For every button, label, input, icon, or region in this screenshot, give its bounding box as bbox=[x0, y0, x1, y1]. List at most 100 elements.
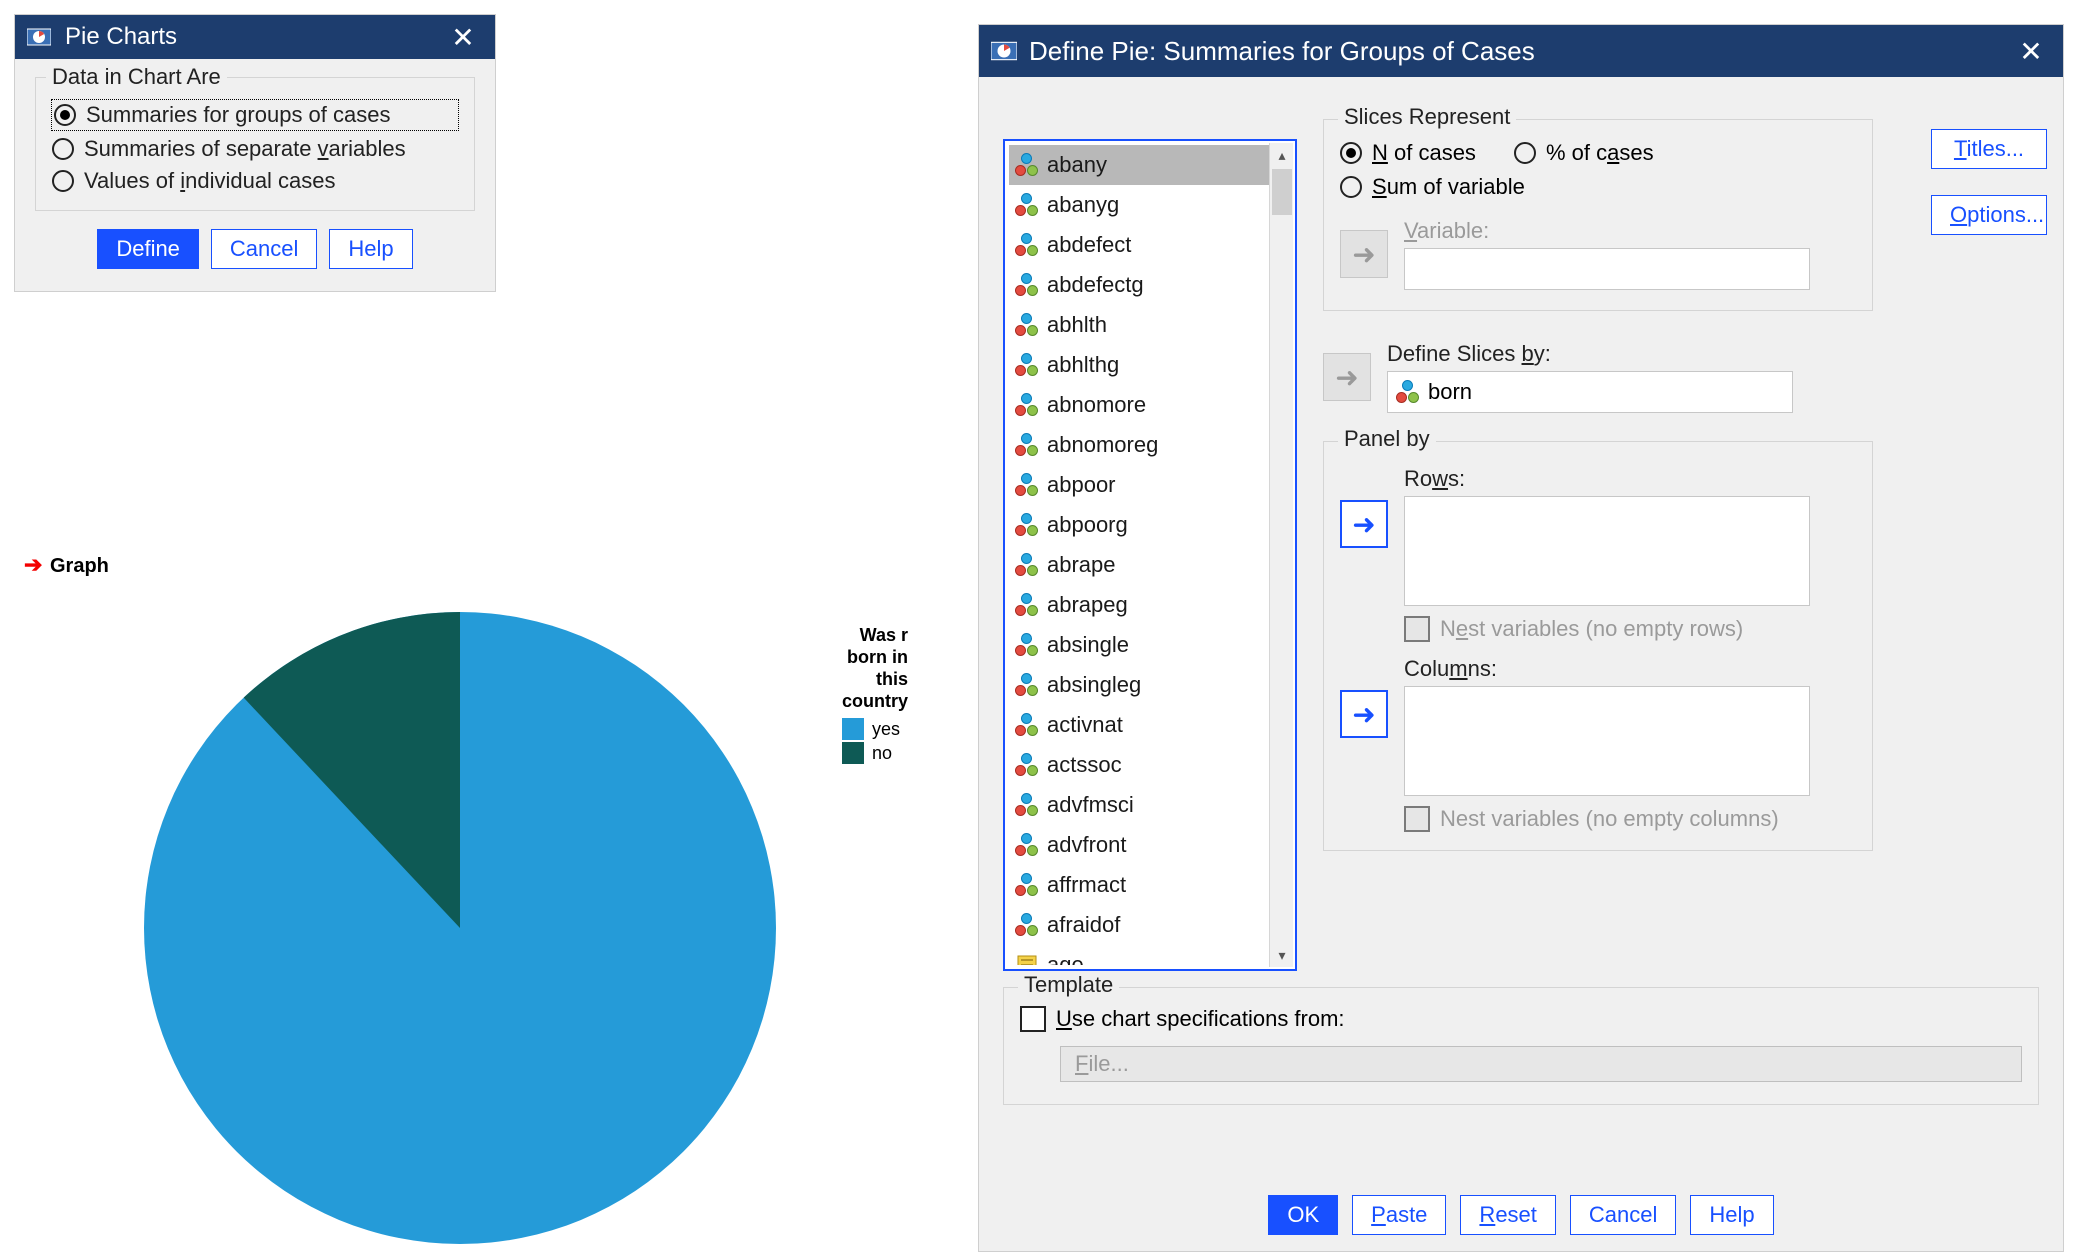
list-item[interactable]: activnat bbox=[1009, 705, 1269, 745]
variable-name: abrape bbox=[1047, 552, 1116, 578]
paste-button[interactable]: Paste bbox=[1352, 1195, 1446, 1235]
rows-listbox[interactable] bbox=[1404, 496, 1810, 606]
nominal-icon bbox=[1015, 353, 1039, 377]
list-item[interactable]: afraidof bbox=[1009, 905, 1269, 945]
nominal-icon bbox=[1015, 873, 1039, 897]
list-item[interactable]: abdefectg bbox=[1009, 265, 1269, 305]
list-item[interactable]: abnomore bbox=[1009, 385, 1269, 425]
list-item[interactable]: actssoc bbox=[1009, 745, 1269, 785]
use-chart-spec-checkbox[interactable]: Use chart specifications from: bbox=[1020, 1006, 2022, 1032]
template-group: Template Use chart specifications from: … bbox=[1003, 987, 2039, 1105]
radio-sum-of-variable[interactable]: Sum of variable bbox=[1340, 174, 1525, 200]
nominal-icon bbox=[1015, 593, 1039, 617]
group-label: Template bbox=[1018, 972, 1119, 998]
checkbox-icon bbox=[1404, 616, 1430, 642]
radio-icon bbox=[52, 138, 74, 160]
radio-individual-cases[interactable]: Values of individual cases bbox=[52, 168, 458, 194]
arrow-right-icon: ➜ bbox=[1352, 508, 1375, 541]
dialog-title: Pie Charts bbox=[65, 23, 443, 51]
radio-pct-of-cases[interactable]: % of cases bbox=[1514, 140, 1654, 166]
list-item[interactable]: absingle bbox=[1009, 625, 1269, 665]
nominal-icon bbox=[1015, 833, 1039, 857]
titlebar[interactable]: Define Pie: Summaries for Groups of Case… bbox=[979, 25, 2063, 77]
list-item[interactable]: advfmsci bbox=[1009, 785, 1269, 825]
list-item[interactable]: abrapeg bbox=[1009, 585, 1269, 625]
ok-button[interactable]: OK bbox=[1268, 1195, 1338, 1235]
panel-by-group: Panel by ➜ Rows: Nest variables (no empt… bbox=[1323, 441, 1873, 851]
cancel-button[interactable]: Cancel bbox=[211, 229, 317, 269]
variable-name: abhlth bbox=[1047, 312, 1107, 338]
nominal-icon bbox=[1015, 193, 1039, 217]
variable-name: afraidof bbox=[1047, 912, 1120, 938]
slices-represent-group: Slices Represent N of cases % of cases S… bbox=[1323, 119, 1873, 311]
variable-label: Variable: bbox=[1404, 218, 1810, 244]
move-variable-button: ➜ bbox=[1340, 230, 1388, 278]
titles-button[interactable]: Titles... bbox=[1931, 129, 2047, 169]
legend-swatch bbox=[842, 742, 864, 764]
help-button[interactable]: Help bbox=[329, 229, 412, 269]
variable-name: affrmact bbox=[1047, 872, 1126, 898]
list-item[interactable]: affrmact bbox=[1009, 865, 1269, 905]
variable-name: abpoorg bbox=[1047, 512, 1128, 538]
list-item[interactable]: abhlthg bbox=[1009, 345, 1269, 385]
group-label: Slices Represent bbox=[1338, 104, 1516, 130]
move-cols-button[interactable]: ➜ bbox=[1340, 690, 1388, 738]
arrow-right-icon: ➜ bbox=[1352, 238, 1375, 271]
radio-icon bbox=[52, 170, 74, 192]
nominal-icon bbox=[1015, 233, 1039, 257]
titlebar[interactable]: Pie Charts ✕ bbox=[15, 15, 495, 59]
list-item[interactable]: abrape bbox=[1009, 545, 1269, 585]
nominal-icon bbox=[1015, 793, 1039, 817]
define-slices-field[interactable]: born bbox=[1387, 371, 1793, 413]
list-item[interactable]: abpoorg bbox=[1009, 505, 1269, 545]
define-button[interactable]: Define bbox=[97, 229, 199, 269]
list-item[interactable]: absingleg bbox=[1009, 665, 1269, 705]
app-pie-icon bbox=[27, 25, 55, 49]
legend-swatch bbox=[842, 718, 864, 740]
nominal-icon bbox=[1015, 633, 1039, 657]
cols-listbox[interactable] bbox=[1404, 686, 1810, 796]
pie-charts-dialog: Pie Charts ✕ Data in Chart Are Summaries… bbox=[14, 14, 496, 292]
scroll-up-icon[interactable]: ▴ bbox=[1270, 143, 1294, 167]
variable-name: abnomoreg bbox=[1047, 432, 1158, 458]
radio-groups-of-cases[interactable]: Summaries for groups of cases bbox=[52, 100, 458, 130]
list-item[interactable]: abpoor bbox=[1009, 465, 1269, 505]
list-item[interactable]: age bbox=[1009, 945, 1269, 965]
legend-label: yes bbox=[872, 719, 900, 740]
nominal-icon bbox=[1015, 713, 1039, 737]
rows-label: Rows: bbox=[1404, 466, 1856, 492]
variable-name: abrapeg bbox=[1047, 592, 1128, 618]
close-icon[interactable]: ✕ bbox=[443, 21, 483, 54]
list-item[interactable]: abany bbox=[1009, 145, 1269, 185]
help-button[interactable]: Help bbox=[1690, 1195, 1773, 1235]
move-rows-button[interactable]: ➜ bbox=[1340, 500, 1388, 548]
reset-button[interactable]: Reset bbox=[1460, 1195, 1555, 1235]
variable-name: activnat bbox=[1047, 712, 1123, 738]
scroll-down-icon[interactable]: ▾ bbox=[1270, 943, 1294, 967]
nominal-icon bbox=[1396, 380, 1420, 404]
nominal-icon bbox=[1015, 393, 1039, 417]
options-button[interactable]: Options... bbox=[1931, 195, 2047, 235]
cancel-button[interactable]: Cancel bbox=[1570, 1195, 1676, 1235]
list-item[interactable]: abhlth bbox=[1009, 305, 1269, 345]
scrollbar[interactable]: ▴ ▾ bbox=[1269, 143, 1293, 967]
scroll-thumb[interactable] bbox=[1272, 169, 1292, 215]
variable-name: age bbox=[1047, 952, 1084, 965]
variable-listbox[interactable]: abanyabanyg abdefect abdefectg abhlth abhlth… bbox=[1003, 139, 1297, 971]
list-item[interactable]: abdefect bbox=[1009, 225, 1269, 265]
radio-separate-variables[interactable]: Summaries of separate variables bbox=[52, 136, 458, 162]
radio-n-of-cases[interactable]: N of cases bbox=[1340, 140, 1476, 166]
variable-name: abdefectg bbox=[1047, 272, 1144, 298]
close-icon[interactable]: ✕ bbox=[2011, 35, 2051, 68]
list-item[interactable]: abnomoreg bbox=[1009, 425, 1269, 465]
arrow-right-icon: ➜ bbox=[1335, 361, 1358, 394]
move-slice-var-button[interactable]: ➜ bbox=[1323, 353, 1371, 401]
list-item[interactable]: abanyg bbox=[1009, 185, 1269, 225]
list-item[interactable]: advfront bbox=[1009, 825, 1269, 865]
group-label: Panel by bbox=[1338, 426, 1436, 452]
pie-chart bbox=[140, 608, 780, 1248]
nominal-icon bbox=[1015, 433, 1039, 457]
variable-name: abdefect bbox=[1047, 232, 1131, 258]
app-pie-icon bbox=[991, 39, 1019, 63]
nest-rows-checkbox: Nest variables (no empty rows) bbox=[1404, 616, 1856, 642]
